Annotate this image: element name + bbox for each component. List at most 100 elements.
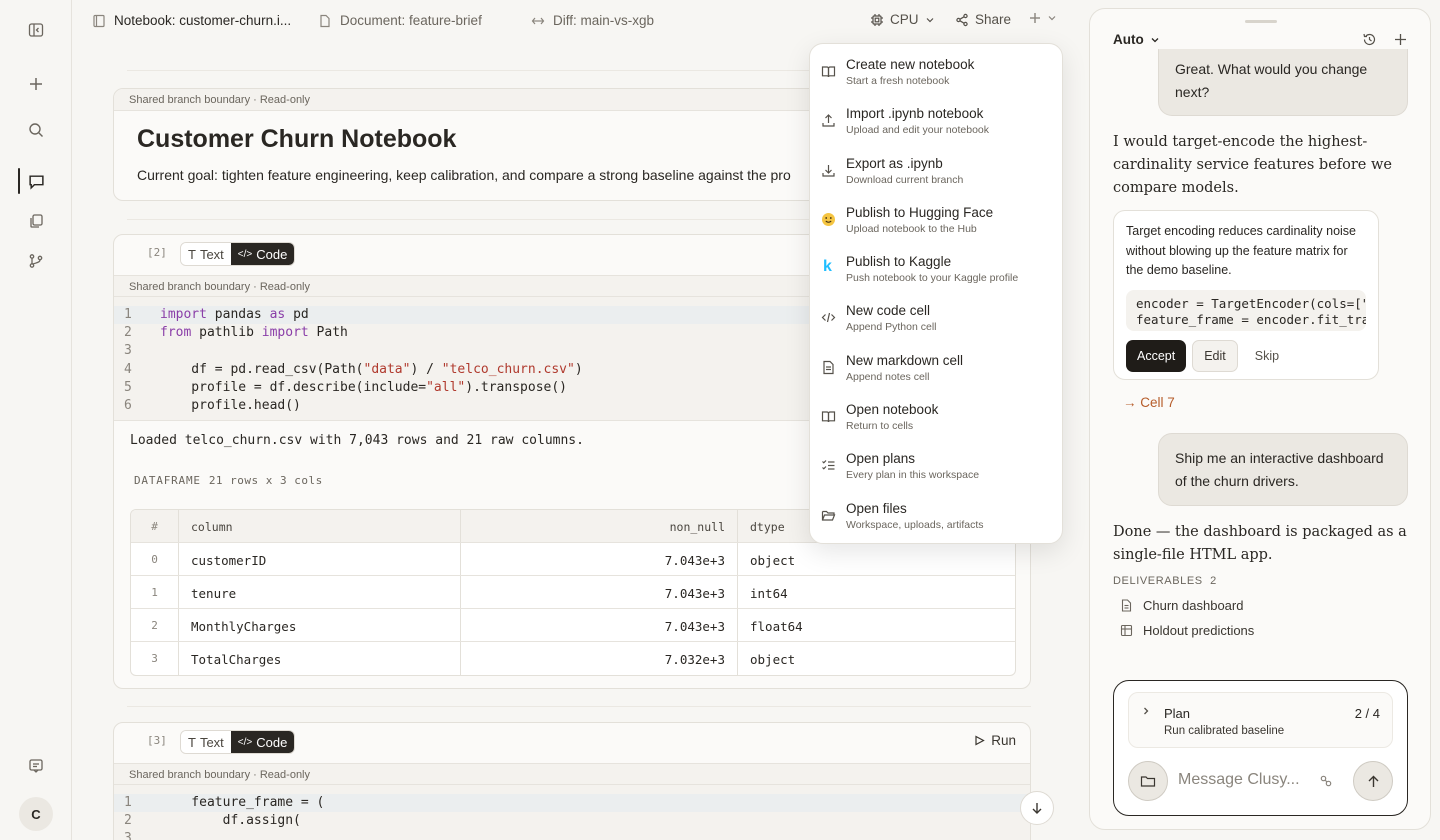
table-cell: 7.032e+3 xyxy=(461,642,738,675)
dataframe-shape: 21 rows x 3 cols xyxy=(208,474,323,488)
deliverable-item[interactable]: Churn dashboard xyxy=(1120,598,1243,613)
column-header[interactable]: column xyxy=(179,510,461,542)
code-suggestion-card: Target encoding reduces cardinality nois… xyxy=(1113,210,1379,380)
new-chat-icon[interactable] xyxy=(1393,32,1408,47)
history-icon[interactable] xyxy=(1362,32,1377,47)
deliverables-count: 2 xyxy=(1210,575,1217,587)
cell-type-toggle: T Text </> Code xyxy=(180,242,296,266)
tab-label: Notebook: customer-churn.i... xyxy=(114,13,292,28)
send-button[interactable] xyxy=(1353,761,1393,801)
table-cell: int64 xyxy=(750,586,788,601)
book-open-icon xyxy=(821,409,836,424)
table-row: 2 MonthlyCharges 7.043e+3 float64 xyxy=(131,609,1015,642)
menu-item-title: New markdown cell xyxy=(846,352,964,368)
message-input[interactable]: Message Clusy... xyxy=(1178,771,1300,789)
code-line: 1 feature_frame = ( xyxy=(114,794,1030,813)
menu-item-title: Export as .ipynb xyxy=(846,155,943,171)
sidebar-toggle-icon[interactable] xyxy=(24,18,48,42)
code-editor[interactable]: 1 feature_frame = ( 2 df.assign( 3 xyxy=(114,785,1030,840)
menu-item-subtitle: Upload and edit your notebook xyxy=(846,124,990,137)
file-icon xyxy=(1120,599,1133,612)
add-menu-dropdown: Create new notebook Start a fresh notebo… xyxy=(809,43,1063,544)
share-label: Share xyxy=(975,12,1012,27)
deliverable-item[interactable]: Holdout predictions xyxy=(1120,623,1254,638)
row-index: 2 xyxy=(131,609,179,641)
menu-item-new-code-cell[interactable]: New code cell Append Python cell xyxy=(810,302,1062,351)
menu-item-export-ipynb[interactable]: Export as .ipynb Download current branch xyxy=(810,155,1062,204)
menu-item-subtitle: Workspace, uploads, artifacts xyxy=(846,518,984,531)
plan-step: Run calibrated baseline xyxy=(1164,725,1285,737)
column-header[interactable]: non_null xyxy=(461,510,738,542)
tab-notebook[interactable]: Notebook: customer-churn.i... xyxy=(92,13,291,28)
attach-folder-button[interactable] xyxy=(1128,761,1168,801)
menu-item-subtitle: Append Python cell xyxy=(846,321,937,334)
boundary-label: Shared branch boundary · Read-only xyxy=(114,763,1030,785)
menu-item-create-notebook[interactable]: Create new notebook Start a fresh notebo… xyxy=(810,56,1062,105)
code-cell[interactable]: [3] T Text </> Code Run Shared branch boun… xyxy=(113,722,1031,840)
menu-item-title: Open plans xyxy=(846,451,916,467)
accept-button[interactable]: Accept xyxy=(1126,339,1187,372)
tab-document[interactable]: Document: feature-brief xyxy=(318,13,482,28)
runtime-label: CPU xyxy=(890,12,919,27)
share-icon xyxy=(955,13,969,27)
menu-item-publish-hugging-face[interactable]: Publish to Hugging Face Upload notebook … xyxy=(810,204,1062,253)
search-icon[interactable] xyxy=(24,118,48,142)
run-label: Run xyxy=(991,733,1016,748)
edit-button[interactable]: Edit xyxy=(1192,339,1238,372)
code-mode-button[interactable]: </> Code xyxy=(230,243,295,265)
user-message: Great. What would you change next? xyxy=(1158,49,1408,116)
skip-button[interactable]: Skip xyxy=(1244,340,1290,372)
menu-item-open-plans[interactable]: Open plans Every plan in this workspace xyxy=(810,450,1062,499)
runtime-selector[interactable]: CPU xyxy=(870,12,935,27)
run-button[interactable]: Run xyxy=(974,733,1016,748)
left-rail: C xyxy=(0,0,72,840)
cpu-icon xyxy=(870,13,884,27)
menu-item-open-notebook[interactable]: Open notebook Return to cells xyxy=(810,401,1062,450)
new-icon[interactable] xyxy=(24,72,48,96)
table-cell: TotalCharges xyxy=(179,642,461,675)
copy-icon[interactable] xyxy=(24,209,48,233)
code-mode-button[interactable]: </> Code xyxy=(230,731,295,753)
menu-item-open-files[interactable]: Open files Workspace, uploads, artifacts xyxy=(810,500,1062,549)
checklist-icon xyxy=(821,458,836,473)
cell-toolbar: [3] T Text </> Code Run xyxy=(114,723,1030,763)
text-mode-button[interactable]: T Text xyxy=(181,731,231,753)
menu-item-title: Create new notebook xyxy=(846,57,975,72)
chevron-down-icon xyxy=(1047,13,1057,23)
chat-icon[interactable] xyxy=(24,169,48,193)
plan-card[interactable]: Plan Run calibrated baseline 2 / 4 xyxy=(1128,692,1393,748)
suggestion-text: Target encoding reduces cardinality nois… xyxy=(1126,224,1356,277)
user-avatar[interactable]: C xyxy=(19,797,53,831)
git-branch-icon[interactable] xyxy=(24,249,48,273)
cell-link[interactable]: → Cell 7 xyxy=(1123,395,1175,410)
menu-item-title: Open files xyxy=(846,500,907,516)
add-menu-button[interactable] xyxy=(1029,12,1057,24)
diff-icon xyxy=(531,14,545,28)
text-mode-label: Text xyxy=(199,735,224,750)
code-mode-label: Code xyxy=(256,247,288,262)
table-row: 1 tenure 7.043e+3 int64 xyxy=(131,576,1015,609)
mode-selector[interactable]: Auto xyxy=(1113,32,1160,47)
feedback-icon[interactable] xyxy=(24,754,48,778)
link-icon[interactable] xyxy=(1319,774,1333,788)
menu-item-title: Publish to Kaggle xyxy=(846,254,952,270)
menu-item-subtitle: Download current branch xyxy=(846,173,964,186)
assistant-message: I would target-encode the highest-cardin… xyxy=(1113,134,1392,196)
text-mode-label: Text xyxy=(199,247,224,262)
menu-item-new-markdown-cell[interactable]: New markdown cell Append notes cell xyxy=(810,352,1062,401)
tab-diff[interactable]: Diff: main-vs-xgb xyxy=(531,13,654,28)
mode-label: Auto xyxy=(1113,32,1144,47)
play-icon xyxy=(974,735,986,746)
menu-item-publish-kaggle[interactable]: k Publish to Kaggle Push notebook to you… xyxy=(810,253,1062,302)
tab-bar: Notebook: customer-churn.i... Document: … xyxy=(72,0,1088,44)
deliverable-label: Holdout predictions xyxy=(1143,623,1255,638)
menu-item-import-ipynb[interactable]: Import .ipynb notebook Upload and edit y… xyxy=(810,105,1062,154)
share-button[interactable]: Share xyxy=(955,12,1011,27)
drag-handle[interactable] xyxy=(1245,20,1277,23)
text-mode-button[interactable]: T Text xyxy=(181,243,231,265)
scroll-to-bottom-button[interactable] xyxy=(1020,791,1054,825)
arrow-up-icon xyxy=(1368,775,1378,787)
menu-item-subtitle: Every plan in this workspace xyxy=(846,469,980,482)
menu-item-subtitle: Append notes cell xyxy=(846,370,930,383)
execution-count: [2] xyxy=(147,246,167,259)
